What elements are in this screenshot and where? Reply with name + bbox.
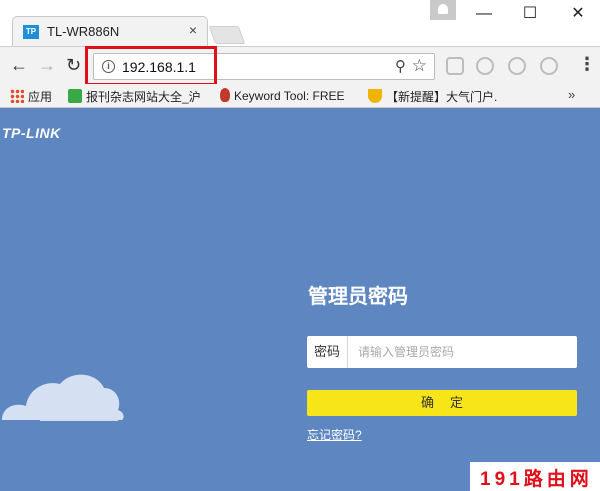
back-button[interactable]: ← bbox=[10, 55, 28, 75]
forgot-password-link[interactable]: 忘记密码? bbox=[307, 426, 362, 443]
cloud-illustration bbox=[2, 374, 124, 421]
flame-icon bbox=[220, 88, 230, 102]
bookmarks-overflow-icon[interactable]: » bbox=[568, 87, 575, 102]
confirm-button[interactable]: 确定 bbox=[307, 390, 577, 416]
bookmark-star-icon[interactable]: ☆ bbox=[412, 56, 427, 76]
page-title: 管理员密码 bbox=[308, 286, 408, 308]
browser-tab[interactable]: TP TL-WR886N × bbox=[12, 16, 208, 46]
green-c-icon bbox=[68, 89, 82, 103]
bookmark-keyword-tool[interactable]: Keyword Tool: FREE bbox=[220, 88, 345, 103]
bookmark-label: 【新提醒】大气门户. bbox=[386, 90, 498, 104]
reload-button[interactable]: ↻ bbox=[66, 55, 81, 75]
bookmark-apps[interactable]: 应用 bbox=[10, 88, 52, 105]
password-input[interactable] bbox=[349, 336, 575, 368]
extension-settings-icon[interactable] bbox=[540, 57, 558, 75]
tab-title: TL-WR886N bbox=[47, 24, 120, 39]
bookmarks-bar: 应用 报刊杂志网站大全_沪 Keyword Tool: FREE 【新提醒】大气… bbox=[0, 84, 600, 108]
bookmark-label: 应用 bbox=[28, 90, 53, 104]
close-window-button[interactable]: ✕ bbox=[558, 2, 598, 26]
url-highlight-box bbox=[85, 46, 217, 86]
bookmark-label: 报刊杂志网站大全_沪 bbox=[86, 90, 201, 104]
extension-shield-icon[interactable] bbox=[476, 57, 494, 75]
router-login-page: TP-LINK 管理员密码 密码 确定 忘记密码? bbox=[0, 108, 600, 491]
bookmark-label: Keyword Tool: FREE bbox=[234, 89, 345, 103]
browser-menu-icon[interactable]: ⋮ bbox=[578, 55, 596, 73]
password-row: 密码 bbox=[307, 336, 577, 368]
bookmark-daqi[interactable]: 【新提醒】大气门户. bbox=[368, 88, 497, 105]
title-bar: TP TL-WR886N × — ☐ ✕ bbox=[0, 0, 600, 46]
trophy-icon bbox=[368, 89, 382, 103]
password-label: 密码 bbox=[307, 336, 348, 368]
forward-button[interactable]: → bbox=[38, 55, 56, 75]
apps-grid-icon bbox=[10, 89, 24, 103]
zoom-icon[interactable]: ⚲ bbox=[395, 57, 406, 75]
bookmark-newspapers[interactable]: 报刊杂志网站大全_沪 bbox=[68, 88, 201, 105]
tp-link-logo: TP-LINK bbox=[2, 125, 61, 141]
minimize-button[interactable]: — bbox=[464, 2, 504, 26]
user-profile-icon[interactable] bbox=[430, 0, 456, 20]
extension-circle-icon[interactable] bbox=[508, 57, 526, 75]
maximize-button[interactable]: ☐ bbox=[510, 2, 550, 26]
tab-close-icon[interactable]: × bbox=[189, 22, 197, 38]
extension-feather-icon[interactable] bbox=[446, 57, 464, 75]
new-tab-button[interactable] bbox=[208, 26, 246, 44]
site-watermark: 191路由网 bbox=[480, 469, 593, 490]
tp-link-favicon-icon: TP bbox=[23, 25, 39, 39]
